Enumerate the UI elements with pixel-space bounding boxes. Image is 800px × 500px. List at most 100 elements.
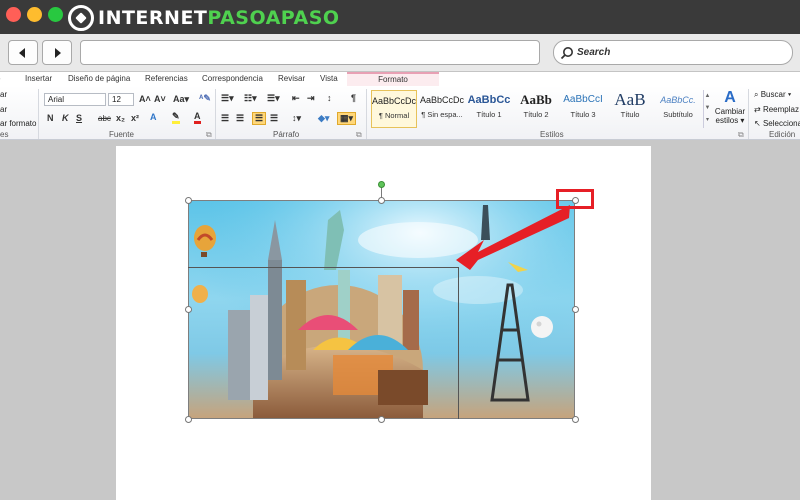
highlight-callout-box — [556, 189, 594, 209]
logo-badge-icon — [68, 5, 94, 31]
style-subtitulo[interactable]: AaBbCc. Subtítulo — [655, 90, 701, 128]
address-bar[interactable] — [80, 40, 540, 65]
clipboard-copy-label[interactable]: ar — [0, 105, 7, 114]
increase-indent-icon[interactable]: ⇥ — [307, 93, 315, 104]
line-spacing-icon[interactable]: ↕▾ — [292, 113, 301, 124]
resize-handle-right[interactable] — [572, 306, 579, 313]
shading-icon[interactable]: ◆▾ — [318, 113, 329, 124]
tab-vista[interactable]: Vista — [320, 74, 338, 83]
clipboard-format-painter-label[interactable]: ar formato — [0, 119, 36, 128]
tab-formato[interactable]: Formato — [347, 72, 439, 86]
select-icon: ↖ — [754, 119, 763, 128]
multilevel-list-icon[interactable]: ☰▾ — [267, 93, 280, 104]
ribbon: ar ar ar formato es Arial 12 A˄ A˅ Aa▾ ᴬ… — [0, 86, 800, 140]
italic-button[interactable]: K — [62, 113, 69, 123]
strikethrough-button[interactable]: abc — [98, 114, 111, 123]
group-separator — [38, 89, 39, 139]
change-styles-label: Cambiar — [714, 107, 746, 116]
style-titulo-1[interactable]: AaBbCc Título 1 — [466, 90, 512, 128]
change-case-icon[interactable]: Aa▾ — [173, 94, 189, 105]
bullets-icon[interactable]: ☰▾ — [221, 93, 234, 104]
editing-select-button[interactable]: ↖ Selecciona — [754, 119, 800, 128]
style-normal[interactable]: AaBbCcDc ¶ Normal — [371, 90, 417, 128]
font-size-select[interactable]: 12 — [108, 93, 134, 106]
tab-diseno-pagina[interactable]: Diseño de página — [68, 74, 130, 83]
sort-icon[interactable]: ↕ — [327, 93, 332, 103]
clipboard-cut-label[interactable]: ar — [0, 90, 7, 99]
tab-insertar[interactable]: Insertar — [25, 74, 52, 83]
show-marks-icon[interactable]: ¶ — [351, 93, 356, 103]
style-titulo-name: Título — [620, 110, 640, 119]
subscript-button[interactable]: x₂ — [116, 113, 125, 123]
tab-correspondencia[interactable]: Correspondencia — [202, 74, 263, 83]
style-subtitulo-name: Subtítulo — [663, 110, 693, 119]
highlight-color-button[interactable]: ✎ — [172, 112, 180, 124]
picture-selection-frame — [188, 200, 575, 419]
bold-button[interactable]: N — [47, 113, 54, 123]
forward-arrow-icon — [55, 47, 61, 58]
style-titulo[interactable]: AaB Título — [607, 90, 653, 128]
resize-handle-bottom-left[interactable] — [185, 416, 192, 423]
tab-revisar[interactable]: Revisar — [278, 74, 305, 83]
font-family-select[interactable]: Arial — [44, 93, 106, 106]
align-left-icon[interactable]: ☰ — [221, 113, 229, 124]
justify-icon[interactable]: ☰ — [270, 113, 278, 124]
find-icon: ⌕ — [754, 90, 761, 99]
editing-group-label: Edición — [769, 130, 796, 139]
style-titulo-1-name: Título 1 — [476, 110, 502, 119]
change-styles-icon: A — [724, 89, 736, 106]
style-titulo-preview: AaB — [614, 90, 646, 109]
maximize-window-button[interactable] — [48, 7, 63, 22]
style-titulo-3[interactable]: AaBbCcI Título 3 — [560, 90, 606, 128]
text-effects-button[interactable]: A — [150, 112, 157, 122]
decrease-indent-icon[interactable]: ⇤ — [292, 93, 300, 104]
styles-dialog-launcher-icon[interactable]: ⧉ — [738, 130, 744, 140]
superscript-button[interactable]: x² — [131, 113, 139, 123]
group-separator — [366, 89, 367, 139]
style-sin-espaciado[interactable]: AaBbCcDc ¶ Sin espa... — [419, 90, 465, 128]
editing-select-label: Selecciona — [762, 119, 800, 128]
style-titulo-2[interactable]: AaBb Título 2 — [513, 90, 559, 128]
editing-find-button[interactable]: ⌕ Buscar ▾ — [754, 90, 791, 100]
styles-gallery-scroller[interactable]: ▲ ▼ ▾ — [703, 90, 711, 128]
resize-handle-top[interactable] — [378, 197, 385, 204]
replace-icon: ⇄ — [754, 105, 763, 114]
change-styles-label-2: estilos ▾ — [715, 116, 745, 125]
style-titulo-2-name: Título 2 — [523, 110, 549, 119]
underline-button[interactable]: S — [76, 113, 82, 123]
numbering-icon[interactable]: ☷▾ — [244, 93, 257, 104]
font-dialog-launcher-icon[interactable]: ⧉ — [206, 130, 212, 140]
group-separator — [215, 89, 216, 139]
clear-format-icon[interactable]: ᴬ✎ — [199, 93, 211, 104]
style-sin-espaciado-name: ¶ Sin espa... — [421, 110, 463, 119]
search-placeholder: Search — [577, 47, 611, 58]
crop-boundary-right — [458, 267, 459, 419]
editing-replace-button[interactable]: ⇄ Reemplaz — [754, 105, 799, 114]
style-subtitulo-preview: AaBbCc. — [660, 95, 696, 105]
resize-handle-top-left[interactable] — [185, 197, 192, 204]
change-styles-button[interactable]: A Cambiar estilos ▾ — [713, 89, 747, 129]
style-sin-espaciado-preview: AaBbCcDc — [419, 95, 464, 105]
borders-icon[interactable]: ▦▾ — [337, 112, 357, 125]
align-right-icon[interactable]: ☰ — [252, 112, 267, 125]
font-color-button[interactable]: A — [194, 112, 201, 124]
resize-handle-bottom-right[interactable] — [572, 416, 579, 423]
back-arrow-icon — [19, 47, 25, 58]
align-center-icon[interactable]: ☰ — [236, 113, 244, 124]
search-field[interactable]: Search — [553, 40, 793, 65]
editing-replace-label: Reemplaz — [762, 105, 799, 114]
grow-font-icon[interactable]: A˄ — [139, 94, 151, 104]
resize-handle-left[interactable] — [185, 306, 192, 313]
close-window-button[interactable] — [6, 7, 21, 22]
back-button[interactable] — [8, 40, 38, 65]
resize-handle-bottom[interactable] — [378, 416, 385, 423]
rotate-handle[interactable] — [378, 181, 385, 188]
forward-button[interactable] — [42, 40, 72, 65]
ribbon-tab-bar: o Insertar Diseño de página Referencias … — [0, 72, 800, 86]
tab-referencias[interactable]: Referencias — [145, 74, 188, 83]
paragraph-dialog-launcher-icon[interactable]: ⧉ — [356, 130, 362, 140]
minimize-window-button[interactable] — [27, 7, 42, 22]
shrink-font-icon[interactable]: A˅ — [154, 94, 166, 104]
style-titulo-1-preview: AaBbCc — [467, 94, 511, 106]
style-normal-preview: AaBbCcDc — [372, 96, 416, 106]
